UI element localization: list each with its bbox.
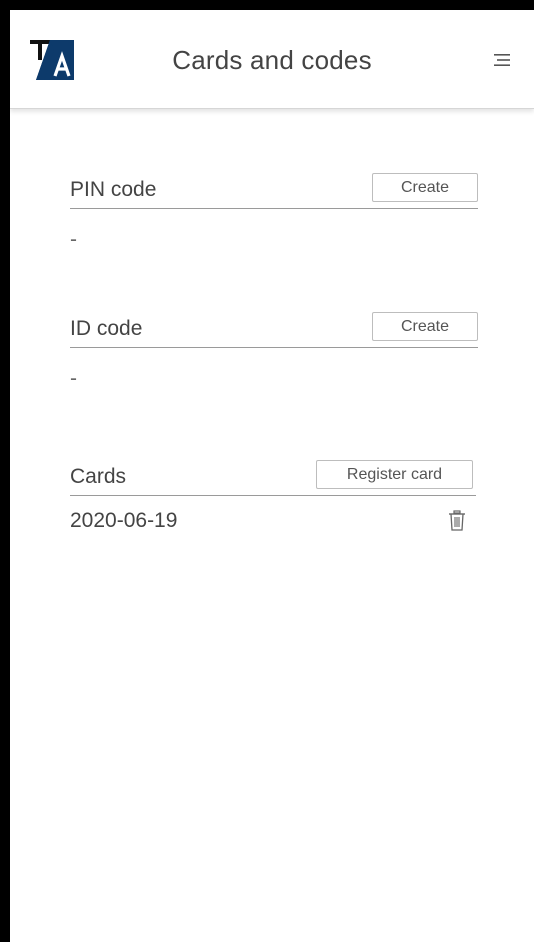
card-date: 2020-06-19	[70, 509, 178, 532]
pin-code-section: PIN code Create -	[70, 172, 478, 251]
register-card-button[interactable]: Register card	[316, 460, 473, 489]
cards-header: Cards Register card	[70, 459, 476, 496]
id-code-section: ID code Create -	[70, 311, 478, 390]
id-code-label: ID code	[70, 317, 143, 340]
pin-code-label: PIN code	[70, 178, 157, 201]
create-id-button[interactable]: Create	[372, 312, 478, 341]
id-code-header: ID code Create	[70, 311, 478, 348]
cards-label: Cards	[70, 465, 127, 488]
pin-code-header: PIN code Create	[70, 172, 478, 209]
id-code-value: -	[70, 367, 77, 390]
cards-section: Cards Register card 2020-06-19	[70, 459, 476, 532]
hamburger-icon[interactable]	[492, 50, 514, 70]
app-header: Cards and codes	[10, 10, 534, 109]
page-title: Cards and codes	[172, 45, 372, 75]
create-pin-button[interactable]: Create	[372, 173, 478, 202]
trash-icon[interactable]	[448, 510, 466, 532]
pin-code-value: -	[70, 228, 77, 251]
